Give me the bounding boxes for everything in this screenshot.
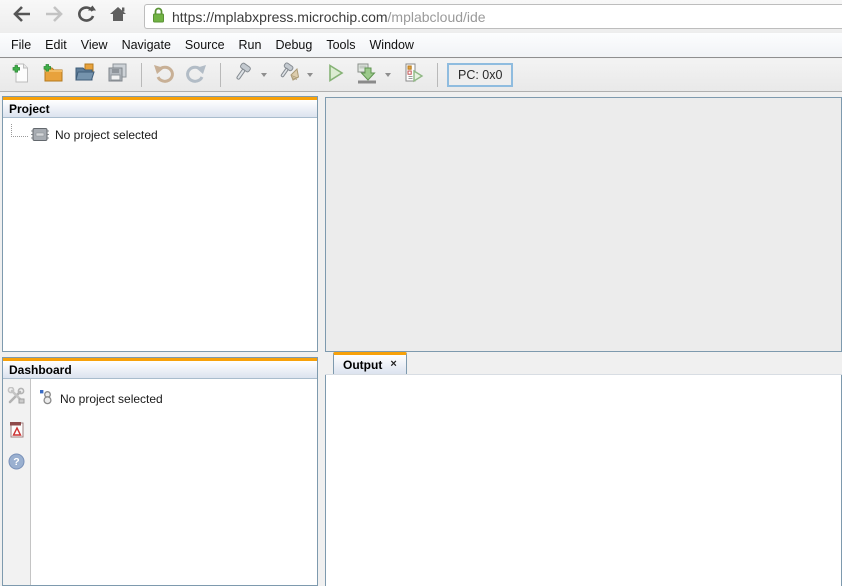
output-content[interactable] <box>325 375 842 586</box>
main-toolbar: PC: 0x0 <box>0 59 842 92</box>
dashboard-panel-title: Dashboard <box>9 363 72 377</box>
editor-area[interactable] <box>325 97 842 352</box>
output-tab-label: Output <box>343 358 382 372</box>
back-icon <box>11 4 33 29</box>
new-file-button[interactable] <box>6 62 36 89</box>
redo-button[interactable] <box>181 62 211 89</box>
project-panel-header: Project <box>3 97 317 118</box>
run-project-icon <box>323 61 347 90</box>
lock-icon <box>151 6 166 27</box>
toolbar-separator <box>437 63 438 87</box>
url-path-text: /mplabcloud/ide <box>388 9 486 25</box>
open-project-button[interactable] <box>70 62 100 89</box>
run-project-button[interactable] <box>320 62 350 89</box>
build-project-icon <box>231 61 255 90</box>
home-icon <box>107 4 129 29</box>
project-tree: No project selected <box>3 127 317 142</box>
browser-chrome: https://mplabxpress.microchip.com/mplabc… <box>0 0 842 33</box>
new-project-button[interactable] <box>38 62 68 89</box>
help-button[interactable]: ? <box>8 453 25 475</box>
menu-edit[interactable]: Edit <box>38 35 74 55</box>
dashboard-empty-node[interactable]: No project selected <box>39 389 317 408</box>
close-icon[interactable]: × <box>390 359 396 370</box>
project-properties-button[interactable] <box>7 387 26 411</box>
build-dropdown-caret[interactable] <box>261 73 267 77</box>
make-program-device-icon <box>354 61 380 90</box>
dashboard-body: ? No project selected <box>3 379 317 585</box>
new-file-icon <box>9 61 33 90</box>
clean-build-dropdown-caret[interactable] <box>307 73 313 77</box>
help-glyph: ? <box>13 456 19 468</box>
undo-button[interactable] <box>149 62 179 89</box>
clean-build-project-button[interactable] <box>274 62 304 89</box>
make-program-device-button[interactable] <box>352 62 382 89</box>
project-empty-node[interactable]: No project selected <box>11 127 317 142</box>
workspace: Project No project selected Dashboard <box>0 92 842 586</box>
save-all-button[interactable] <box>102 62 132 89</box>
toolbar-separator <box>141 63 142 87</box>
menu-bar: File Edit View Navigate Source Run Debug… <box>0 33 842 58</box>
save-all-icon <box>105 61 129 90</box>
back-button[interactable] <box>8 5 36 29</box>
chip-icon <box>30 127 50 142</box>
output-panel: Output × <box>325 352 842 586</box>
new-project-icon <box>41 61 65 90</box>
url-secure-text: https://mplabxpress.microchip.com <box>172 9 388 25</box>
refresh-button[interactable] <box>72 5 100 29</box>
output-tabstrip: Output × <box>325 352 842 375</box>
project-group-icon <box>39 389 54 408</box>
menu-navigate[interactable]: Navigate <box>115 35 178 55</box>
project-panel: Project No project selected <box>2 96 318 352</box>
menu-tools[interactable]: Tools <box>319 35 362 55</box>
forward-button[interactable] <box>40 5 68 29</box>
undo-icon <box>152 61 176 90</box>
program-dropdown-caret[interactable] <box>385 73 391 77</box>
toolbar-separator <box>220 63 221 87</box>
project-empty-label: No project selected <box>55 128 158 142</box>
build-project-button[interactable] <box>228 62 258 89</box>
dashboard-panel-header: Dashboard <box>3 358 317 379</box>
tree-connector <box>11 124 28 137</box>
pc-register-field[interactable]: PC: 0x0 <box>447 63 513 87</box>
read-device-memory-button[interactable] <box>398 62 428 89</box>
refresh-icon <box>75 4 97 29</box>
tab-output[interactable]: Output × <box>333 352 407 374</box>
home-button[interactable] <box>104 5 132 29</box>
dashboard-content: No project selected <box>31 379 317 585</box>
open-project-icon <box>73 61 97 90</box>
menu-file[interactable]: File <box>4 35 38 55</box>
address-bar[interactable]: https://mplabxpress.microchip.com/mplabc… <box>144 4 842 29</box>
pdf-datasheet-button[interactable] <box>8 420 26 444</box>
dashboard-empty-label: No project selected <box>60 392 163 406</box>
dashboard-toolbar-strip: ? <box>3 379 31 585</box>
forward-icon <box>43 4 65 29</box>
dashboard-panel: Dashboard ? No project select <box>2 357 318 586</box>
redo-icon <box>184 61 208 90</box>
menu-view[interactable]: View <box>74 35 115 55</box>
clean-build-project-icon <box>277 61 301 90</box>
project-panel-title: Project <box>9 102 50 116</box>
read-device-memory-icon <box>401 61 425 90</box>
menu-run[interactable]: Run <box>232 35 269 55</box>
menu-source[interactable]: Source <box>178 35 232 55</box>
menu-debug[interactable]: Debug <box>268 35 319 55</box>
menu-window[interactable]: Window <box>363 35 421 55</box>
